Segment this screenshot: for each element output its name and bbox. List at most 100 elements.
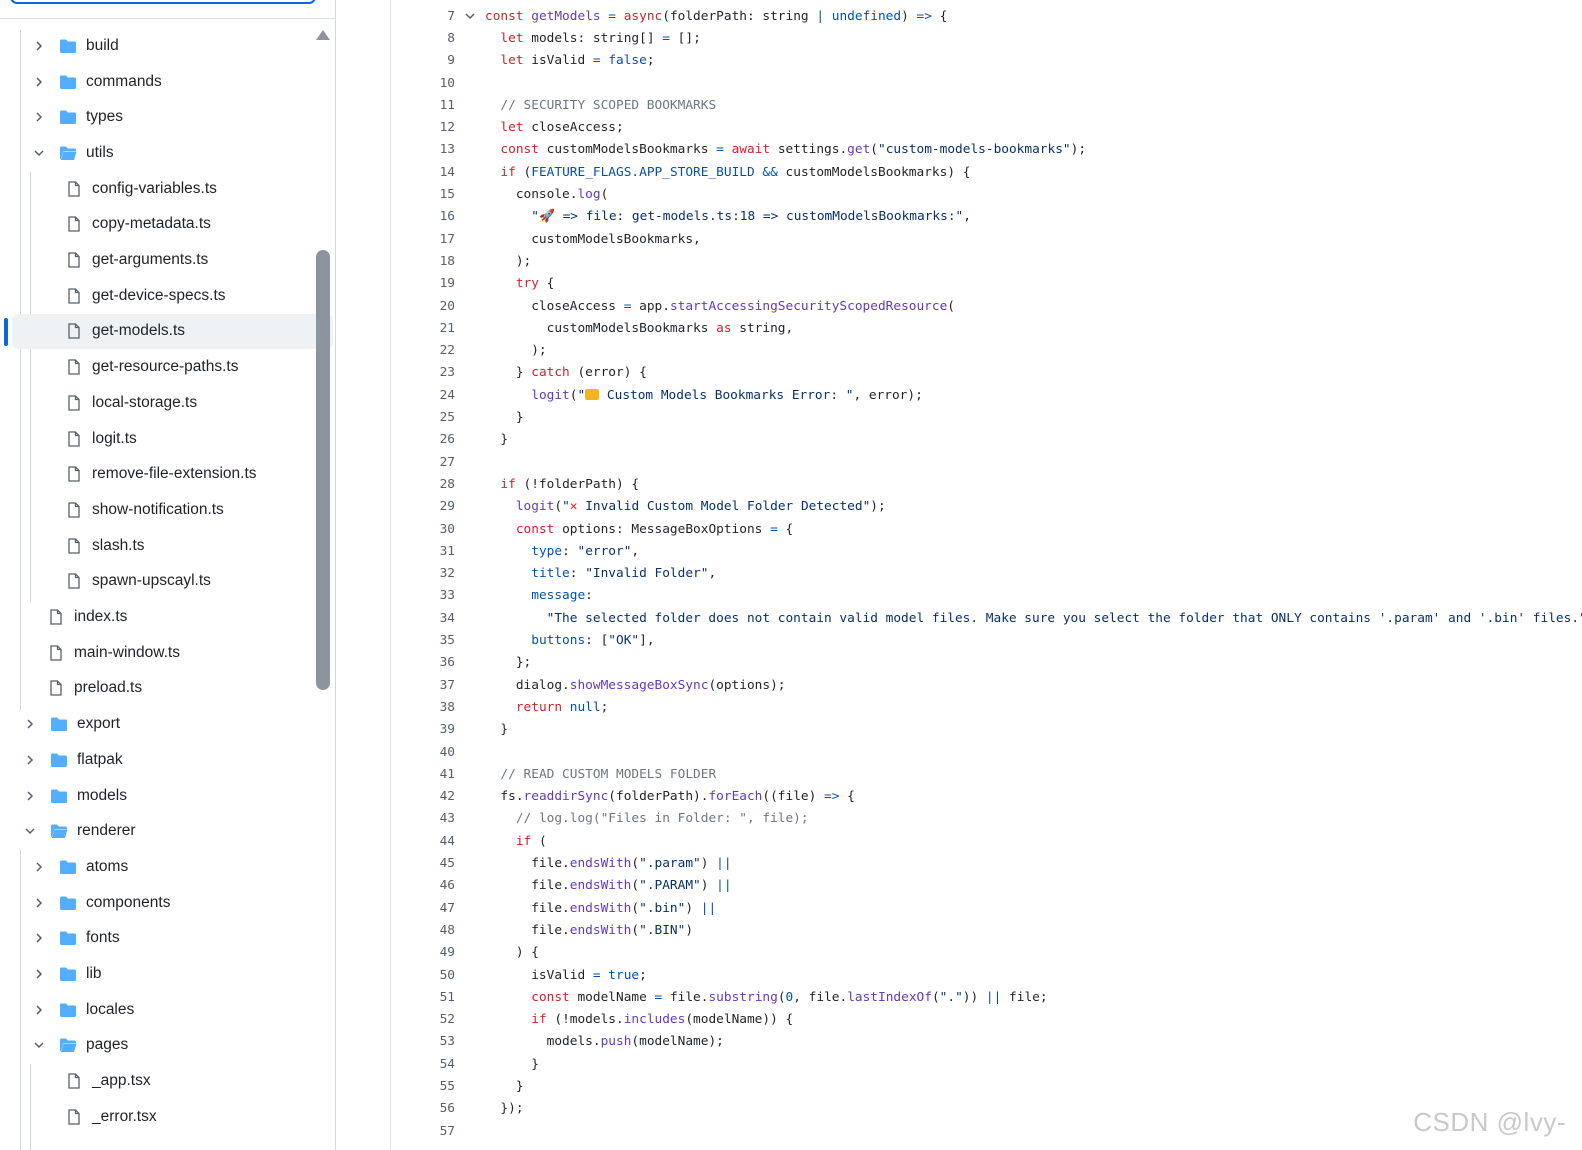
code-token: ( (600, 187, 609, 203)
chevron-right-icon[interactable] (33, 111, 45, 123)
line-number: 28 (439, 476, 455, 492)
chevron-right-icon[interactable] (33, 76, 45, 88)
chevron-right-icon[interactable] (33, 897, 45, 909)
chevron-right-icon[interactable] (24, 754, 36, 766)
line-number: 33 (439, 588, 455, 604)
code-text: const getModels = async(folderPath: stri… (485, 9, 947, 24)
tree-folder-item[interactable]: flatpak (12, 742, 306, 778)
line-number: 46 (439, 878, 455, 894)
code-token: (error) { (569, 365, 647, 381)
code-text: if (!folderPath) { (485, 477, 639, 492)
code-token: logit (515, 499, 555, 515)
code-token: startAccessingSecurityScopedResource (669, 298, 948, 314)
tree-file-item[interactable]: get-resource-paths.ts (12, 349, 333, 385)
code-line: 53 models.push(modelName); (391, 1031, 1582, 1053)
code-token: || (985, 989, 1002, 1005)
chevron-right-icon[interactable] (33, 1004, 45, 1016)
chevron-right-icon[interactable] (33, 968, 45, 980)
tree-folder-item[interactable]: pages (12, 1028, 315, 1064)
tree-item-label: get-resource-paths.ts (92, 358, 239, 376)
tree-file-item[interactable]: remove-file-extension.ts (12, 456, 333, 492)
code-text: return null; (485, 700, 608, 715)
tree-file-item[interactable]: local-storage.ts (12, 385, 333, 421)
code-line: 31 type: "error", (391, 540, 1582, 562)
tree-folder-item[interactable]: types (12, 99, 315, 135)
tree-file-item[interactable]: _error.tsx (12, 1099, 333, 1135)
chevron-down-icon[interactable] (24, 825, 36, 837)
tree-folder-item[interactable]: renderer (12, 813, 306, 849)
line-number: 12 (439, 120, 455, 136)
tree-file-item[interactable]: logit.ts (12, 421, 333, 457)
tree-item-label: main-window.ts (74, 643, 180, 661)
code-token: isValid (523, 53, 593, 69)
tree-file-item[interactable]: get-models.ts (12, 313, 333, 350)
code-token: file. (485, 922, 570, 938)
chevron-right-icon[interactable] (24, 718, 36, 730)
tree-file-item[interactable]: preload.ts (12, 671, 315, 707)
code-line: 14 if (FEATURE_FLAGS.APP_STORE_BUILD && … (391, 161, 1582, 183)
tree-folder-item[interactable]: utils (12, 135, 315, 171)
fold-chevron-icon[interactable] (463, 10, 477, 22)
tree-folder-item[interactable]: atoms (12, 849, 315, 885)
tree-file-item[interactable]: config-variables.ts (12, 171, 333, 207)
tree-file-item[interactable]: main-window.ts (12, 635, 315, 671)
tree-item-label: build (86, 36, 119, 54)
code-line: 21 customModelsBookmarks as string, (391, 317, 1582, 339)
tree-file-item[interactable]: get-device-specs.ts (12, 278, 333, 314)
code-token: models: string[] (523, 30, 663, 46)
chevron-right-icon[interactable] (24, 790, 36, 802)
code-line: 46 file.endsWith(".PARAM") || (391, 875, 1582, 897)
tree-file-item[interactable]: spawn-upscayl.ts (12, 564, 333, 600)
tree-folder-item[interactable]: lib (12, 956, 315, 992)
chevron-right-icon[interactable] (33, 932, 45, 944)
line-number: 19 (439, 276, 455, 292)
tree-folder-item[interactable]: locales (12, 992, 315, 1028)
tree-file-item[interactable]: show-notification.ts (12, 492, 333, 528)
code-text: fs.readdirSync(folderPath).forEach((file… (485, 789, 854, 804)
tree-folder-item[interactable]: components (12, 885, 315, 921)
tree-folder-item[interactable]: fonts (12, 921, 315, 957)
scrollbar-thumb[interactable] (316, 250, 330, 690)
code-token: ; (600, 699, 609, 715)
code-token: ".BIN" (639, 922, 686, 938)
tree-divider (0, 18, 335, 19)
file-search-input[interactable] (10, 0, 316, 4)
tree-file-item[interactable]: get-arguments.ts (12, 242, 333, 278)
tree-file-item[interactable]: slash.ts (12, 528, 333, 564)
chevron-right-icon[interactable] (33, 40, 45, 52)
code-text: // READ CUSTOM MODELS FOLDER (485, 767, 716, 782)
tree-file-item[interactable]: _app.tsx (12, 1063, 333, 1099)
tree-folder-item[interactable]: models (12, 778, 306, 814)
code-token: customModelsBookmarks (485, 320, 717, 336)
line-number: 50 (439, 967, 455, 983)
code-token: models. (485, 1034, 601, 1050)
folder-icon (59, 859, 77, 875)
chevron-right-icon[interactable] (33, 861, 45, 873)
file-icon (65, 395, 83, 411)
chevron-down-icon[interactable] (33, 1039, 45, 1051)
chevron-down-icon[interactable] (33, 147, 45, 159)
code-token: if (500, 164, 516, 180)
tree-file-item[interactable]: index.ts (12, 599, 315, 635)
code-token: { (538, 276, 555, 292)
code-token: type (531, 543, 563, 559)
code-token: | (816, 8, 825, 24)
tree-folder-item[interactable]: export (12, 706, 306, 742)
code-token: "Invalid Folder" (585, 566, 709, 582)
code-token: } (485, 1079, 524, 1095)
tree-folder-item[interactable]: commands (12, 64, 315, 100)
scroll-up-arrow-icon[interactable] (316, 30, 330, 40)
folder-emoji-icon (585, 388, 600, 400)
tree-folder-item[interactable]: build (12, 28, 315, 64)
code-text: models.push(modelName); (485, 1034, 724, 1049)
code-token: ) (901, 8, 917, 24)
code-token: ) (700, 856, 717, 872)
code-token: } (485, 410, 524, 426)
tree-file-item[interactable]: copy-metadata.ts (12, 207, 333, 243)
code-token: { (931, 8, 948, 24)
code-line: 45 file.endsWith(".param") || (391, 852, 1582, 874)
